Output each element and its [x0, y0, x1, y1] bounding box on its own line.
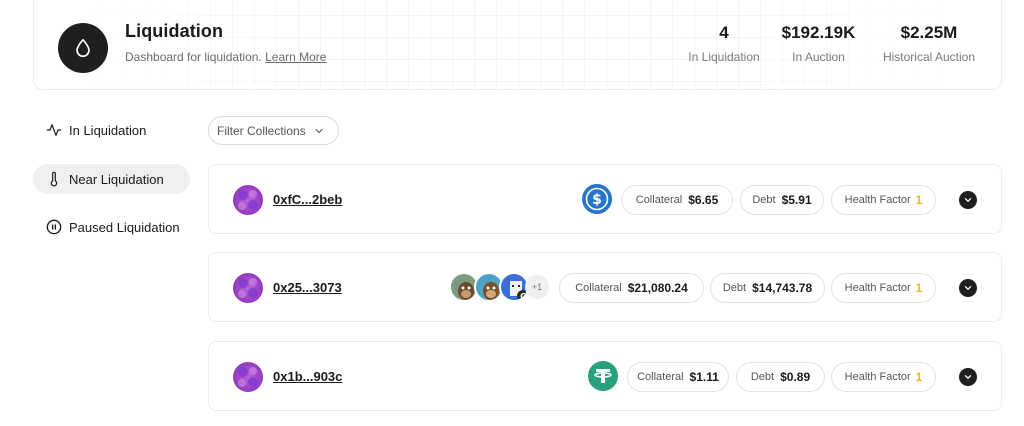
title-block: Liquidation Dashboard for liquidation. L…: [125, 21, 326, 64]
health-factor-label: Health Factor: [844, 282, 911, 294]
collateral-value: $1.11: [689, 370, 719, 384]
thermometer-icon: [45, 170, 63, 188]
sidebar-item-near-liquidation[interactable]: Near Liquidation: [33, 164, 190, 194]
header-card: Liquidation Dashboard for liquidation. L…: [33, 0, 1002, 90]
expand-button[interactable]: [959, 279, 977, 297]
debt-value: $14,743.78: [752, 281, 813, 295]
stat-label: Historical Auction: [882, 50, 976, 64]
collateral-value: $6.65: [688, 193, 719, 207]
loan-row[interactable]: 0xfC...2beb $ Collateral $6.65 Debt $5.9…: [208, 164, 1002, 234]
health-factor-pill: Health Factor 1: [831, 185, 936, 215]
collateral-pill: Collateral $21,080.24: [559, 273, 704, 303]
wallet-address-link[interactable]: 0x1b...903c: [273, 369, 342, 384]
chevron-down-icon: [964, 286, 972, 290]
stat-value: $192.19K: [781, 23, 856, 42]
debt-pill: Debt $14,743.78: [710, 273, 825, 303]
subtitle-text: Dashboard for liquidation.: [125, 50, 262, 64]
user-avatar: [233, 273, 263, 303]
activity-icon: [45, 121, 63, 139]
health-factor-value: 1: [915, 370, 923, 384]
user-avatar: [233, 362, 263, 392]
pause-circle-icon: [45, 218, 63, 236]
chevron-down-icon: [964, 198, 972, 202]
wallet-address-link[interactable]: 0x25...3073: [273, 280, 342, 295]
filter-label: Filter Collections: [217, 123, 306, 138]
health-factor-label: Health Factor: [844, 194, 911, 206]
page-title: Liquidation: [125, 21, 224, 41]
tether-icon: [588, 361, 618, 391]
stat-in-auction: $192.19K In Auction: [771, 23, 866, 64]
more-assets-badge: +1: [525, 275, 549, 299]
health-factor-label: Health Factor: [844, 371, 911, 383]
stat-in-liquidation: 4 In Liquidation: [674, 23, 774, 64]
learn-more-link[interactable]: Learn More: [265, 50, 326, 64]
loan-row[interactable]: 0x1b...903c Collateral $1.11 Debt $0.89 …: [208, 341, 1002, 411]
collateral-pill: Collateral $6.65: [621, 185, 733, 215]
collateral-label: Collateral: [635, 194, 683, 206]
sidebar-item-label: In Liquidation: [69, 122, 147, 138]
debt-pill: Debt $5.91: [740, 185, 824, 215]
debt-value: $5.91: [781, 193, 812, 207]
expand-button[interactable]: [959, 368, 977, 386]
wallet-address-link[interactable]: 0xfC...2beb: [273, 192, 342, 207]
debt-pill: Debt $0.89: [736, 362, 825, 392]
svg-text:C: C: [520, 292, 526, 301]
stat-value: 4: [719, 23, 729, 42]
chevron-down-icon: [313, 125, 325, 137]
sidebar-item-paused-liquidation[interactable]: Paused Liquidation: [33, 212, 198, 242]
health-factor-value: 1: [915, 193, 923, 207]
collateral-label: Collateral: [637, 371, 684, 383]
collateral-pill: Collateral $1.11: [627, 362, 729, 392]
usdc-icon: $: [582, 184, 612, 214]
sidebar-item-label: Near Liquidation: [69, 171, 164, 187]
sidebar-item-label: Paused Liquidation: [69, 219, 180, 235]
page-subtitle: Dashboard for liquidation. Learn More: [125, 50, 326, 64]
stat-value: $2.25M: [900, 23, 958, 42]
health-factor-pill: Health Factor 1: [831, 362, 936, 392]
loan-row[interactable]: 0x25...3073 C +1 Collateral $21,080.24 D…: [208, 252, 1002, 322]
chevron-down-icon: [964, 375, 972, 379]
health-factor-value: 1: [915, 281, 923, 295]
health-factor-pill: Health Factor 1: [831, 273, 936, 303]
debt-label: Debt: [752, 194, 776, 206]
svg-text:$: $: [592, 192, 602, 208]
stat-label: In Auction: [792, 50, 845, 64]
debt-value: $0.89: [780, 370, 811, 384]
sidebar-item-in-liquidation[interactable]: In Liquidation: [33, 115, 190, 145]
debt-label: Debt: [722, 282, 747, 294]
collateral-label: Collateral: [575, 282, 622, 294]
collateral-value: $21,080.24: [627, 281, 688, 295]
stat-label: In Liquidation: [688, 50, 760, 64]
stat-historical-auction: $2.25M Historical Auction: [874, 23, 984, 64]
filter-collections-dropdown[interactable]: Filter Collections: [208, 116, 339, 145]
liquidation-logo: [58, 23, 108, 73]
droplet-icon: [76, 38, 90, 58]
user-avatar: [233, 185, 263, 215]
debt-label: Debt: [750, 371, 775, 383]
expand-button[interactable]: [959, 191, 977, 209]
